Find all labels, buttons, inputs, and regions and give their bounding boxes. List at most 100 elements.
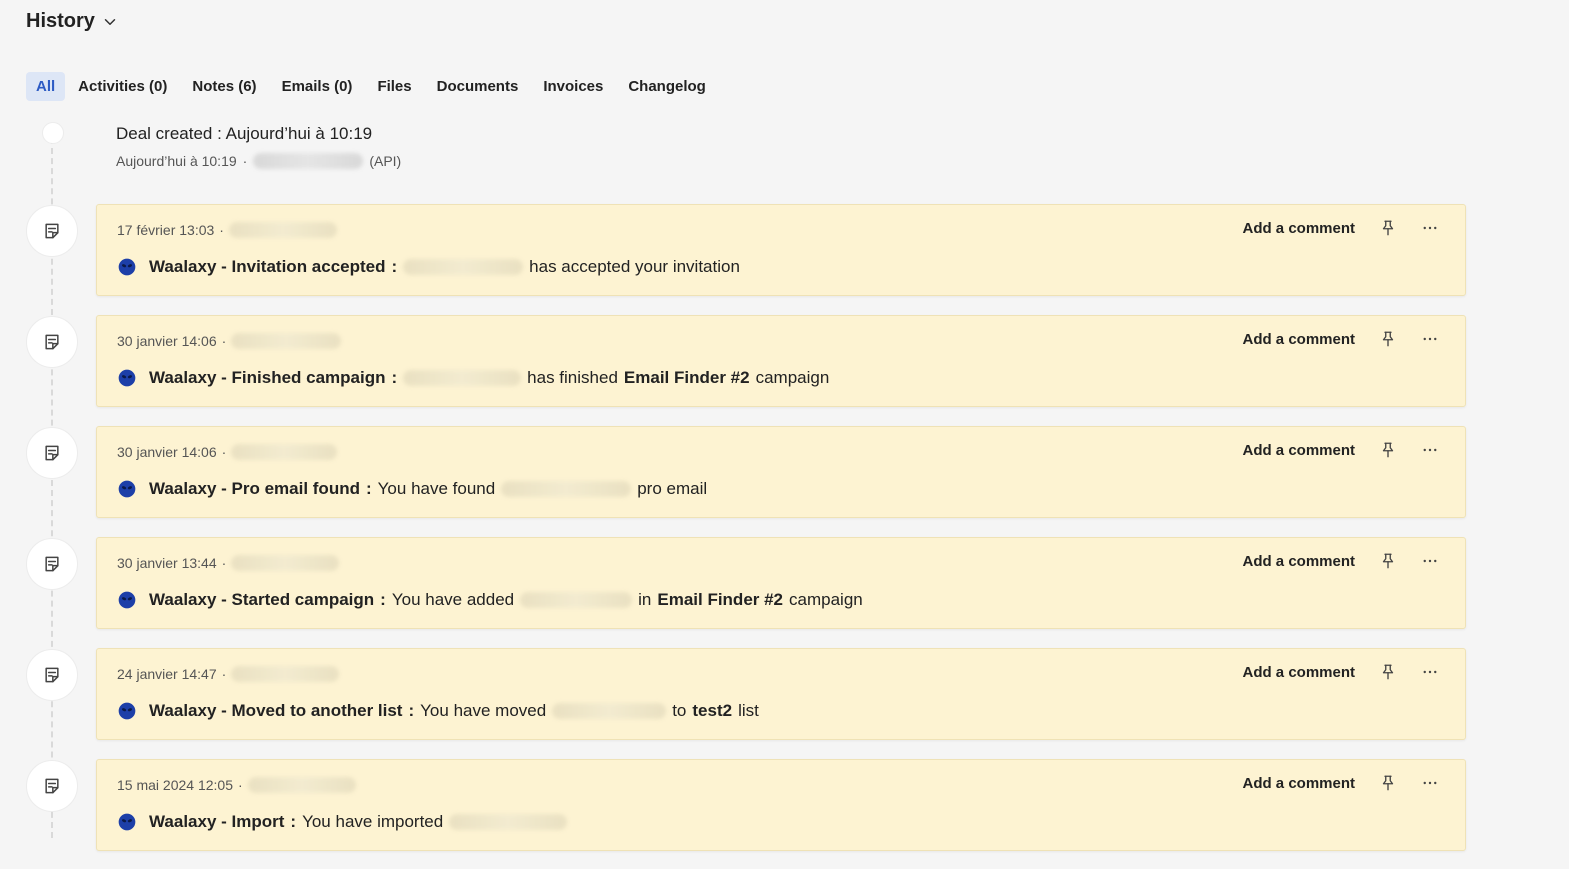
note-app-title: Waalaxy - Started campaign [149, 590, 375, 609]
tab-invoices[interactable]: Invoices [531, 72, 615, 101]
history-note-card[interactable]: 30 janvier 13:44 · Waalaxy - Started campa… [96, 537, 1466, 629]
note-text-after: to [672, 701, 687, 720]
note-time: 17 février 13:03 [117, 222, 215, 238]
note-app-title: Waalaxy - Invitation accepted [149, 257, 386, 276]
note-text-after: has finished [527, 368, 618, 387]
note-time: 24 janvier 14:47 [117, 666, 217, 682]
note-icon [26, 760, 78, 812]
add-comment-button[interactable]: Add a comment [1242, 775, 1355, 792]
note-body: Waalaxy - Pro email found: You have found… [117, 479, 707, 499]
note-app-title: Waalaxy - Moved to another list [149, 701, 403, 720]
waalaxy-alien-icon [118, 258, 136, 276]
pin-icon[interactable] [1379, 330, 1397, 348]
add-comment-button[interactable]: Add a comment [1242, 664, 1355, 681]
note-time: 15 mai 2024 12:05 [117, 777, 233, 793]
note-meta: 30 janvier 13:44 · [117, 555, 340, 571]
history-header[interactable]: History [26, 10, 119, 33]
note-bold-value: Email Finder #2 [657, 590, 784, 609]
history-tabs: All Activities (0) Notes (6) Emails (0) … [26, 72, 719, 101]
note-app-title: Waalaxy - Import [149, 812, 285, 831]
history-title: History [26, 10, 95, 32]
note-text-end: campaign [755, 368, 830, 387]
redacted-user [231, 555, 340, 571]
note-bold-value: Email Finder #2 [623, 368, 750, 387]
note-icon [26, 205, 78, 257]
redacted-contact [501, 481, 632, 497]
tab-files[interactable]: Files [365, 72, 423, 101]
history-note-card[interactable]: 30 janvier 14:06 · Waalaxy - Finished camp… [96, 315, 1466, 407]
redacted-contact [403, 259, 524, 275]
note-actions: Add a comment [1242, 663, 1439, 681]
redacted-contact [552, 703, 667, 719]
redacted-user [228, 222, 337, 238]
note-body: Waalaxy - Finished campaign: has finished… [117, 368, 829, 388]
note-time: 30 janvier 14:06 [117, 444, 217, 460]
history-note-card[interactable]: 15 mai 2024 12:05 · Waalaxy - Import: You h… [96, 759, 1466, 851]
note-text-before: You have imported [302, 812, 444, 831]
note-text-before: You have found [377, 479, 496, 498]
tab-documents[interactable]: Documents [425, 72, 531, 101]
timeline-start-dot [42, 122, 64, 144]
tab-activities[interactable]: Activities (0) [66, 72, 179, 101]
tab-all[interactable]: All [26, 72, 66, 101]
note-actions: Add a comment [1242, 774, 1439, 792]
add-comment-button[interactable]: Add a comment [1242, 331, 1355, 348]
note-text-after: pro email [637, 479, 708, 498]
waalaxy-alien-icon [118, 591, 136, 609]
note-icon [26, 427, 78, 479]
redacted-user [253, 153, 364, 169]
deal-created-meta: Aujourd’hui à 10:19 · (API) [116, 153, 402, 169]
redacted-user [231, 333, 342, 349]
pin-icon[interactable] [1379, 219, 1397, 237]
add-comment-button[interactable]: Add a comment [1242, 553, 1355, 570]
history-note-card[interactable]: 30 janvier 14:06 · Waalaxy - Pro email fou… [96, 426, 1466, 518]
deal-created-label: Deal created [116, 124, 213, 143]
note-text-end: campaign [789, 590, 863, 609]
deal-created-value: Aujourd’hui à 10:19 [225, 124, 373, 143]
add-comment-button[interactable]: Add a comment [1242, 220, 1355, 237]
more-icon[interactable] [1421, 774, 1439, 792]
pin-icon[interactable] [1379, 552, 1397, 570]
redacted-user [231, 444, 338, 460]
note-meta: 17 février 13:03 · [117, 222, 337, 238]
more-icon[interactable] [1421, 330, 1439, 348]
waalaxy-alien-icon [118, 813, 136, 831]
tab-changelog[interactable]: Changelog [616, 72, 718, 101]
note-actions: Add a comment [1242, 552, 1439, 570]
note-body: Waalaxy - Moved to another list: You have… [117, 701, 759, 721]
pin-icon[interactable] [1379, 663, 1397, 681]
note-actions: Add a comment [1242, 330, 1439, 348]
more-icon[interactable] [1421, 441, 1439, 459]
note-body: Waalaxy - Started campaign: You have adde… [117, 590, 863, 610]
note-time: 30 janvier 13:44 [117, 555, 217, 571]
note-text-end: list [738, 701, 759, 720]
note-text-after: has accepted your invitation [529, 257, 740, 276]
pin-icon[interactable] [1379, 774, 1397, 792]
note-icon [26, 316, 78, 368]
redacted-contact [520, 592, 633, 608]
note-meta: 30 janvier 14:06 · [117, 444, 338, 460]
note-actions: Add a comment [1242, 441, 1439, 459]
note-text-before: You have added [391, 590, 515, 609]
more-icon[interactable] [1421, 219, 1439, 237]
pin-icon[interactable] [1379, 441, 1397, 459]
note-app-title: Waalaxy - Pro email found [149, 479, 360, 498]
note-body: Waalaxy - Invitation accepted: has accept… [117, 257, 740, 277]
tab-notes[interactable]: Notes (6) [180, 72, 268, 101]
note-text-before: You have moved [420, 701, 547, 720]
history-note-card[interactable]: 24 janvier 14:47 · Waalaxy - Moved to anot… [96, 648, 1466, 740]
more-icon[interactable] [1421, 552, 1439, 570]
note-actions: Add a comment [1242, 219, 1439, 237]
tab-emails[interactable]: Emails (0) [270, 72, 365, 101]
deal-created-title: Deal created : Aujourd’hui à 10:19 [116, 124, 373, 143]
history-note-card[interactable]: 17 février 13:03 · Waalaxy - Invitation ac… [96, 204, 1466, 296]
deal-created-time: Aujourd’hui à 10:19 [116, 153, 237, 169]
redacted-user [247, 777, 356, 793]
note-icon [26, 538, 78, 590]
note-meta: 15 mai 2024 12:05 · [117, 777, 356, 793]
add-comment-button[interactable]: Add a comment [1242, 442, 1355, 459]
note-time: 30 janvier 14:06 [117, 333, 217, 349]
chevron-down-icon[interactable] [101, 13, 119, 31]
more-icon[interactable] [1421, 663, 1439, 681]
waalaxy-alien-icon [118, 480, 136, 498]
